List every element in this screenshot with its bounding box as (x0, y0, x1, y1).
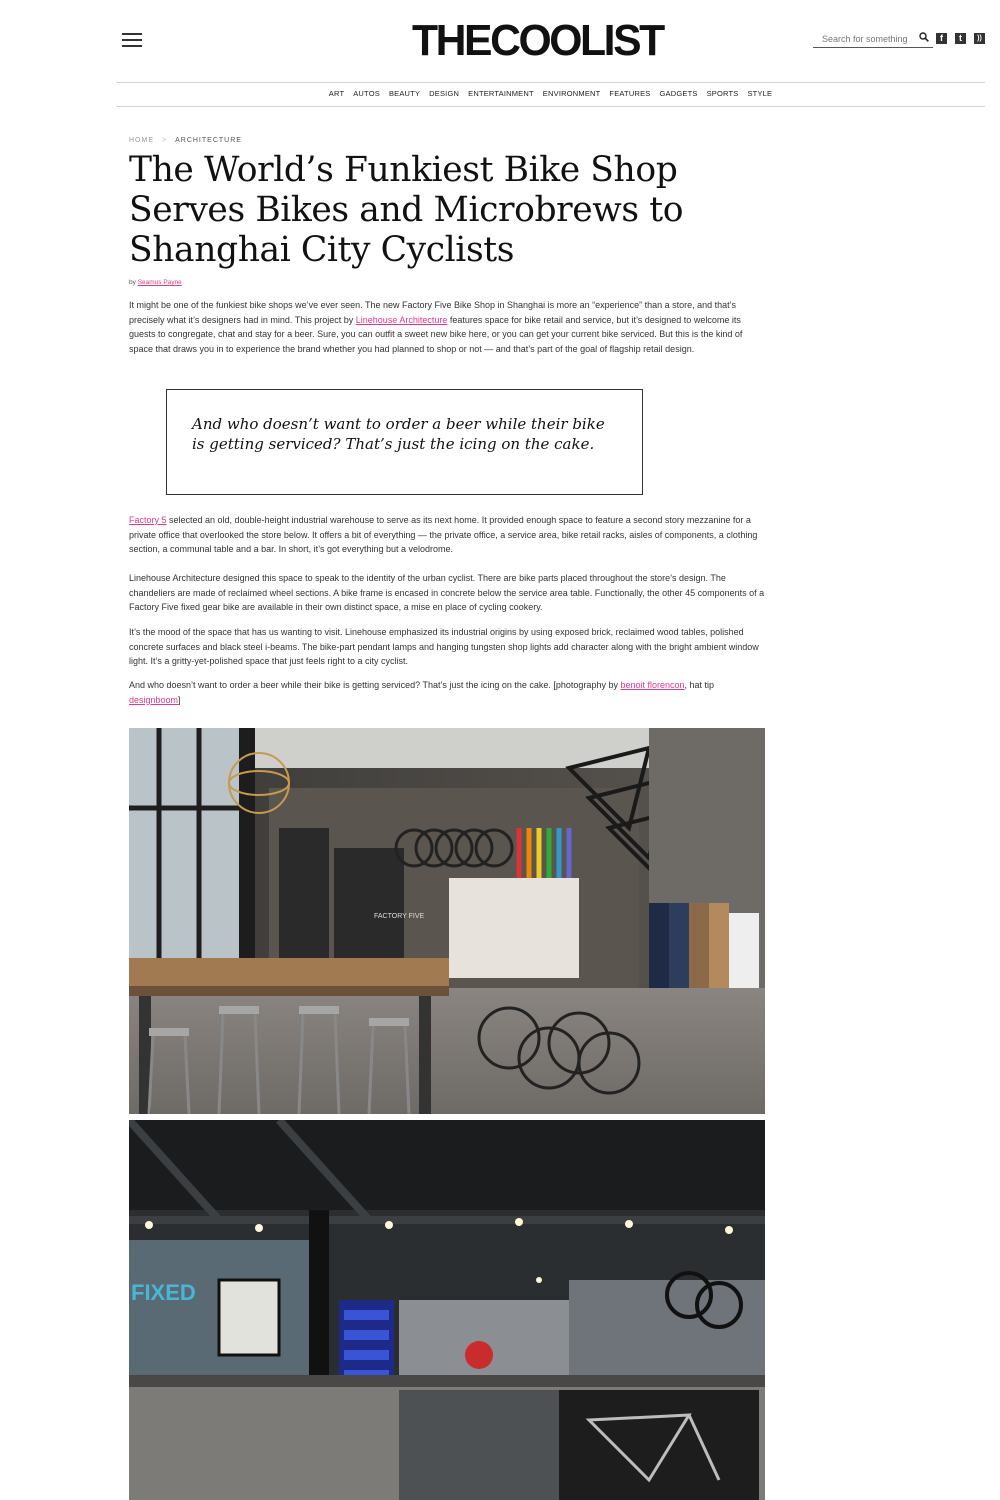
hamburger-menu-icon[interactable] (122, 33, 142, 47)
photographer-link[interactable]: benoit florencon (620, 680, 684, 690)
credits-text-1: And who doesn’t want to order a beer whi… (129, 680, 621, 690)
byline-prefix: by (129, 279, 136, 286)
service-area-photo: FIXED (129, 1120, 765, 1500)
pull-quote: And who doesn’t want to order a beer whi… (166, 389, 643, 495)
paragraph-mood: It’s the mood of the space that has us w… (129, 627, 759, 667)
neon-sign-text: FIXED (131, 1280, 196, 1305)
service-area-image: FIXED (129, 1120, 765, 1500)
breadcrumb-current[interactable]: ARCHITECTURE (175, 137, 242, 144)
author-link[interactable]: Seamus Payne (138, 279, 182, 286)
nav-item-style[interactable]: STYLE (747, 89, 772, 98)
paragraph-design: Linehouse Architecture designed this spa… (129, 573, 765, 613)
factory5-text: selected an old, double-height industria… (129, 515, 758, 555)
category-nav: ART AUTOS BEAUTY DESIGN ENTERTAINMENT ENVIRON… (116, 83, 985, 106)
search-icon[interactable] (919, 32, 929, 42)
factory5-link[interactable]: Factory 5 (129, 515, 167, 525)
linehouse-link[interactable]: Linehouse Architecture (356, 315, 448, 325)
paragraph-intro: It might be one of the funkiest bike sho… (129, 298, 765, 356)
nav-item-entertainment[interactable]: ENTERTAINMENT (468, 89, 534, 98)
breadcrumb-home[interactable]: HOME (129, 137, 154, 144)
nav-item-design[interactable]: DESIGN (429, 89, 459, 98)
shop-sign-text: FACTORY FIVE (374, 913, 425, 920)
search-box[interactable] (813, 29, 933, 48)
pull-quote-text: And who doesn’t want to order a beer whi… (192, 415, 605, 453)
search-input[interactable] (813, 30, 909, 48)
rss-icon[interactable]: )) (974, 33, 985, 44)
breadcrumb: HOME > ARCHITECTURE (129, 137, 242, 144)
nav-item-gadgets[interactable]: GADGETS (659, 89, 697, 98)
article-title: The World’s Funkiest Bike Shop Serves Bi… (129, 150, 684, 270)
site-logo[interactable]: THECOOLIST (412, 18, 688, 64)
site-header: THECOOLIST f t )) (0, 0, 1000, 82)
designboom-link[interactable]: designboom (129, 695, 178, 705)
twitter-icon[interactable]: t (955, 33, 966, 44)
shop-interior-image: FACTORY FIVE (129, 728, 765, 1114)
facebook-icon[interactable]: f (936, 33, 947, 44)
nav-item-features[interactable]: FEATURES (609, 89, 650, 98)
paragraph-factory5: Factory 5 selected an old, double-height… (129, 513, 765, 557)
breadcrumb-separator: > (162, 137, 168, 144)
byline: by Seamus Payne (129, 279, 182, 286)
nav-item-beauty[interactable]: BEAUTY (389, 89, 420, 98)
credits-text-3: ] (178, 694, 181, 705)
credits-text-2: , hat tip (684, 680, 715, 690)
nav-item-autos[interactable]: AUTOS (353, 89, 380, 98)
paragraph-credits: And who doesn’t want to order a beer whi… (129, 678, 765, 707)
nav-divider (116, 106, 985, 107)
nav-item-art[interactable]: ART (329, 89, 344, 98)
nav-item-environment[interactable]: ENVIRONMENT (543, 89, 601, 98)
shop-interior-photo: FACTORY FIVE (129, 728, 765, 1114)
nav-item-sports[interactable]: SPORTS (707, 89, 739, 98)
